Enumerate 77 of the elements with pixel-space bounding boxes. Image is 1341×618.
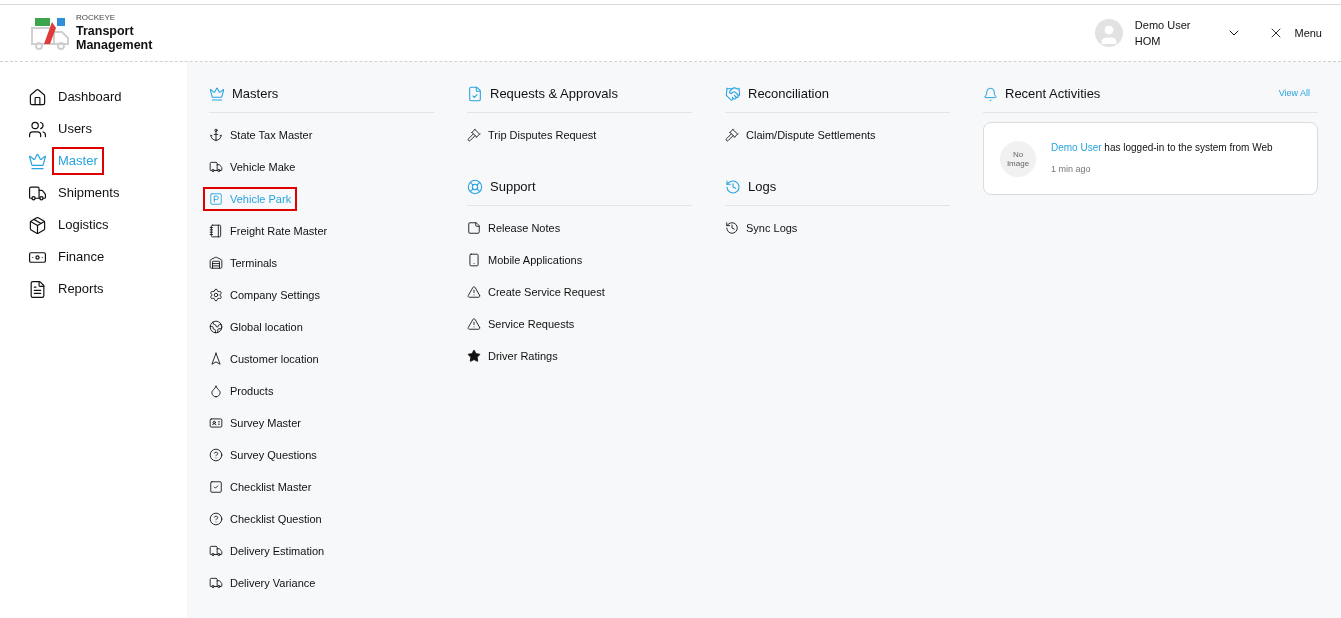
section-heading: Recent Activities bbox=[1005, 85, 1101, 104]
menu-link[interactable]: Checklist Question bbox=[203, 507, 328, 531]
gavel-icon bbox=[725, 128, 739, 142]
sidebar-item[interactable]: Logistics bbox=[52, 211, 115, 239]
users-icon bbox=[28, 119, 47, 139]
menu-link[interactable]: Terminals bbox=[203, 251, 284, 275]
sidebar-item[interactable]: Shipments bbox=[52, 179, 126, 207]
phone-icon bbox=[467, 253, 481, 267]
document-icon bbox=[28, 279, 47, 299]
menu-link[interactable]: Survey Master bbox=[203, 411, 307, 435]
section-heading: Logs bbox=[748, 178, 777, 197]
menu-link[interactable]: Vehicle Make bbox=[203, 155, 302, 179]
menu-link[interactable]: Create Service Request bbox=[461, 280, 611, 304]
section-heading: Masters bbox=[232, 85, 279, 104]
crown-icon bbox=[28, 151, 47, 171]
globe-icon bbox=[209, 320, 223, 334]
handshake-icon bbox=[725, 86, 741, 102]
brand-subtitle: ROCKEYE bbox=[76, 14, 117, 22]
menu-link[interactable]: Service Requests bbox=[461, 312, 581, 336]
menu-link[interactable]: Company Settings bbox=[203, 283, 326, 307]
section-heading: Support bbox=[490, 178, 536, 197]
activity-text: Demo User has logged-in to the system from Web bbox=[1051, 141, 1273, 156]
menu-link[interactable]: Survey Questions bbox=[203, 443, 323, 467]
menu-link[interactable]: Freight Rate Master bbox=[203, 219, 334, 243]
user-role: HOM bbox=[1134, 34, 1162, 49]
truck-icon bbox=[209, 576, 223, 590]
menu-link[interactable]: Delivery Variance bbox=[203, 571, 322, 595]
menu-link[interactable]: Delivery Estimation bbox=[203, 539, 331, 563]
section-heading: Reconciliation bbox=[748, 85, 829, 104]
menu-link[interactable]: Checklist Master bbox=[203, 475, 318, 499]
droplet-icon bbox=[209, 384, 223, 398]
history-icon bbox=[725, 221, 739, 235]
menu-link[interactable]: Products bbox=[203, 379, 280, 403]
lifebuoy-icon bbox=[467, 179, 483, 195]
warning-icon bbox=[467, 285, 481, 299]
menu-link[interactable]: Release Notes bbox=[461, 216, 567, 240]
sidebar-item[interactable]: Finance bbox=[52, 243, 111, 271]
menu-link[interactable]: Driver Ratings bbox=[461, 344, 564, 368]
menu-link[interactable]: Trip Disputes Request bbox=[461, 123, 603, 147]
activity-time: 1 min ago bbox=[1051, 163, 1092, 177]
crown-icon bbox=[209, 86, 225, 102]
notebook-icon bbox=[209, 224, 223, 238]
section-heading: Requests & Approvals bbox=[490, 85, 618, 104]
help-icon bbox=[209, 512, 223, 526]
package-icon bbox=[28, 215, 47, 235]
history-icon bbox=[725, 179, 741, 195]
brand-name: Transport Management bbox=[76, 24, 154, 52]
note-icon bbox=[467, 221, 481, 235]
anchor-icon bbox=[209, 128, 223, 142]
warning-icon bbox=[467, 317, 481, 331]
sidebar-item[interactable]: Reports bbox=[52, 275, 110, 303]
avatar-placeholder-text: No Image bbox=[1005, 149, 1031, 168]
checkbox-icon bbox=[209, 480, 223, 494]
help-icon bbox=[209, 448, 223, 462]
document-icon bbox=[467, 86, 483, 102]
bell-icon bbox=[983, 86, 998, 102]
menu-link[interactable]: Global location bbox=[203, 315, 309, 339]
menu-link[interactable]: Sync Logs bbox=[719, 216, 804, 240]
warehouse-icon bbox=[209, 256, 223, 270]
truck-logo-icon bbox=[30, 16, 70, 50]
triangle-icon bbox=[209, 352, 223, 366]
settings-icon bbox=[209, 288, 223, 302]
menu-link[interactable]: State Tax Master bbox=[203, 123, 319, 147]
menu-button[interactable]: Menu bbox=[1268, 24, 1322, 42]
card-icon bbox=[209, 416, 223, 430]
parking-icon bbox=[209, 192, 223, 206]
gavel-icon bbox=[467, 128, 481, 142]
truck-icon bbox=[209, 544, 223, 558]
star-icon bbox=[467, 349, 481, 363]
user-name: Demo User bbox=[1134, 18, 1191, 33]
sidebar-item[interactable]: Users bbox=[52, 115, 98, 143]
menu-link[interactable]: Claim/Dispute Settlements bbox=[719, 123, 882, 147]
sidebar-item[interactable]: Dashboard bbox=[52, 83, 128, 111]
menu-link[interactable]: Customer location bbox=[203, 347, 325, 371]
house-icon bbox=[28, 87, 47, 107]
truck-icon bbox=[209, 160, 223, 174]
menu-link[interactable]: Mobile Applications bbox=[461, 248, 589, 272]
